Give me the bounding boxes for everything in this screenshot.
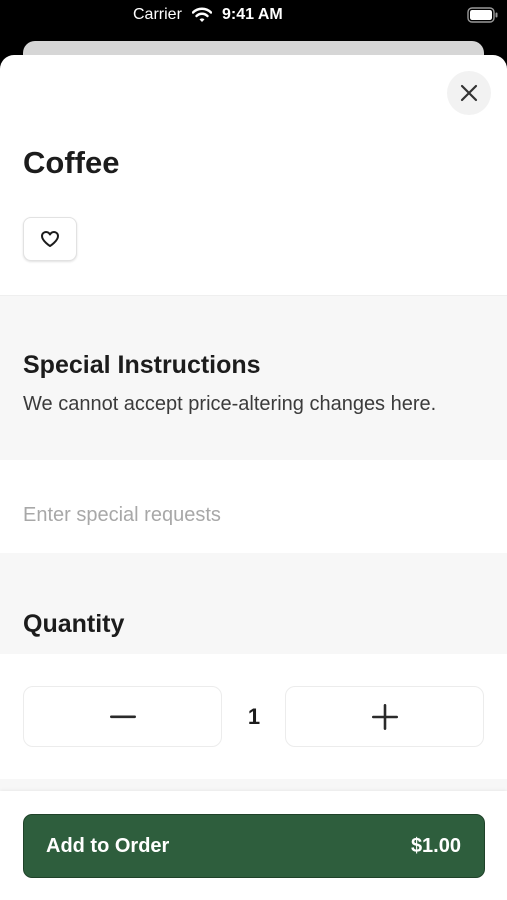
status-bar: Carrier 9:41 AM [0,0,507,32]
section-divider [0,779,507,791]
heart-icon [41,231,59,247]
wifi-icon [192,7,212,22]
order-price: $1.00 [410,835,461,857]
close-icon [460,84,478,102]
quantity-title: Quantity [23,610,125,638]
quantity-value: 1 [247,703,261,729]
plus-icon [371,703,398,730]
minus-icon [109,715,136,718]
special-instructions-title: Special Instructions [23,351,261,379]
carrier-label: Carrier [133,6,182,23]
battery-icon [467,7,498,23]
clock-time: 9:41 AM [222,6,283,23]
special-requests-input[interactable] [0,460,507,553]
item-title: Coffee [23,145,120,180]
bottom-action-bar: Add to Order $1.00 [0,791,507,900]
special-instructions-note: We cannot accept price-altering changes … [23,393,437,415]
add-to-order-label: Add to Order [46,835,170,857]
decrease-quantity-button[interactable] [23,686,222,747]
add-to-order-button[interactable]: Add to Order $1.00 [23,814,485,878]
increase-quantity-button[interactable] [285,686,484,747]
close-button[interactable] [447,71,491,115]
item-detail-sheet: Coffee Special Instructions We cannot ac… [0,55,507,900]
favorite-button[interactable] [23,217,77,261]
